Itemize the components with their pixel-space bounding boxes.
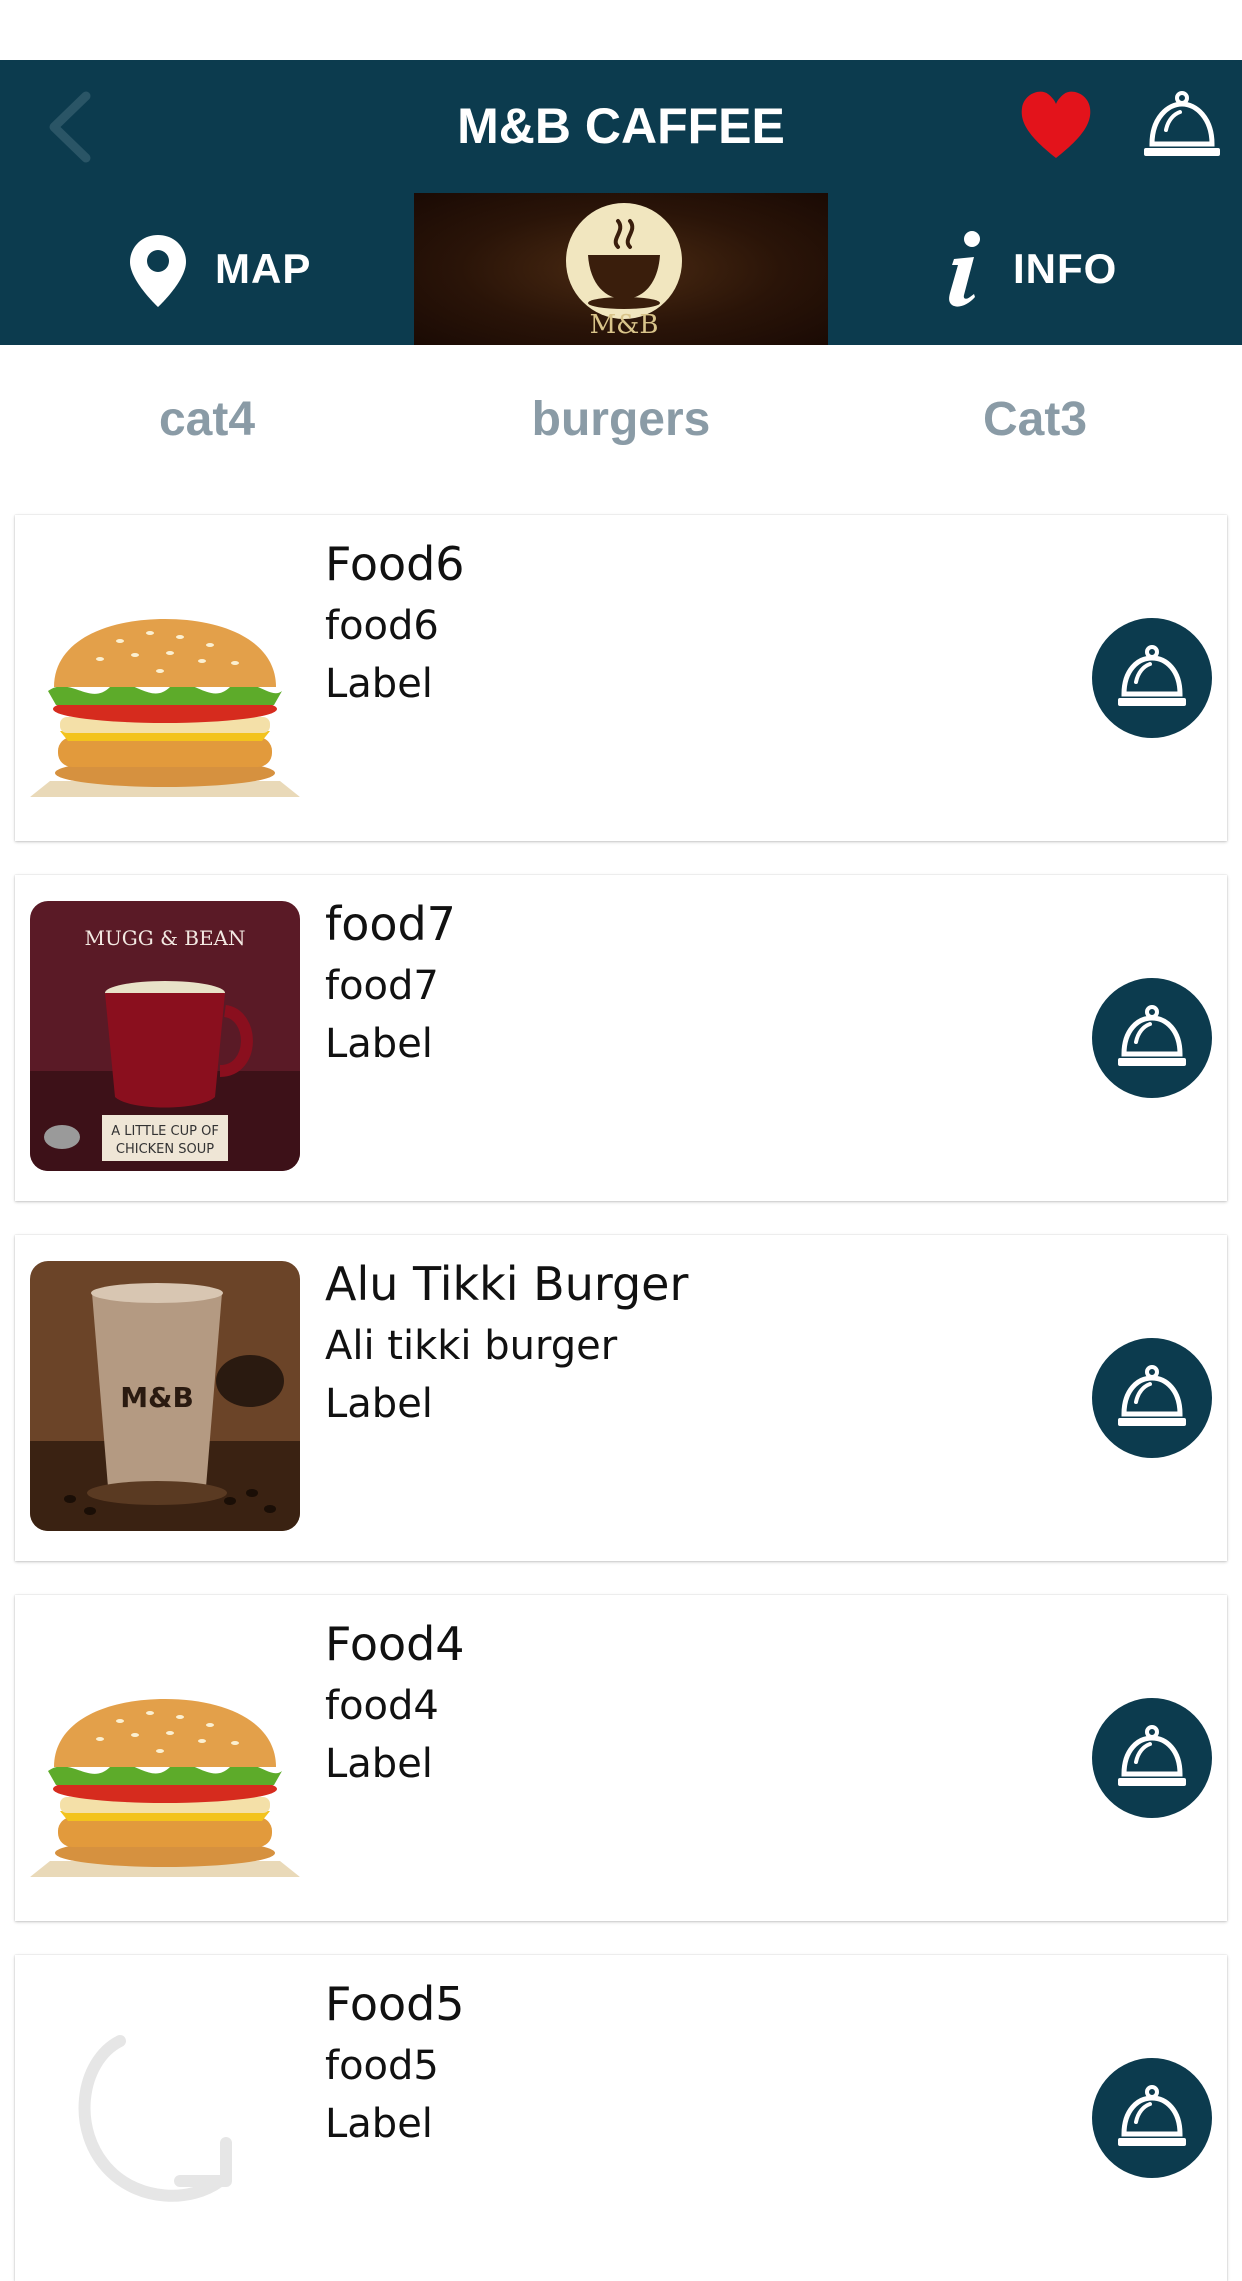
map-label: MAP <box>215 245 312 292</box>
item-title: Alu Tikki Burger <box>325 1257 689 1311</box>
burger-image <box>30 541 300 811</box>
item-subtitle: food5 <box>325 2043 439 2089</box>
map-button[interactable]: MAP <box>0 193 414 345</box>
item-title: Food6 <box>325 537 465 591</box>
service-bell-icon <box>1118 1365 1186 1426</box>
category-tabs: cat4 burgers Cat3 <box>0 345 1242 495</box>
navigation-bar: M&B CAFFEE <box>0 60 1242 193</box>
item-title: Food4 <box>325 1617 465 1671</box>
info-button[interactable]: INFO <box>828 193 1242 345</box>
svg-text:M&B: M&B <box>120 1381 194 1414</box>
shop-toolbar: MAP M&B INFO <box>0 193 1242 345</box>
iced-coffee-image: M&B <box>30 1261 300 1531</box>
add-to-order-button[interactable] <box>1092 1698 1212 1818</box>
list-item[interactable]: Food4 food4 Label <box>15 1595 1227 1921</box>
service-bell-icon <box>1118 2085 1186 2146</box>
item-label: Label <box>325 1021 433 1067</box>
svg-text:MUGG & BEAN: MUGG & BEAN <box>84 926 245 950</box>
service-bell-icon <box>1118 645 1186 706</box>
tab-cat4[interactable]: cat4 <box>0 345 414 495</box>
tab-burgers[interactable]: burgers <box>414 345 828 495</box>
order-button[interactable] <box>1140 84 1224 168</box>
list-item[interactable]: MUGG & BEAN A LITTLE CUP OF CHICKEN SOUP… <box>15 875 1227 1201</box>
soup-mug-image: MUGG & BEAN A LITTLE CUP OF CHICKEN SOUP <box>30 901 300 1171</box>
add-to-order-button[interactable] <box>1092 978 1212 1098</box>
heart-icon <box>1021 91 1091 158</box>
chevron-left-icon <box>49 91 91 163</box>
svg-text:A LITTLE CUP OF: A LITTLE CUP OF <box>111 1124 219 1139</box>
item-subtitle: food6 <box>325 603 439 649</box>
loading-spinner-icon <box>30 1981 300 2251</box>
service-bell-icon <box>1118 1005 1186 1066</box>
favorite-button[interactable] <box>1018 86 1094 166</box>
item-label: Label <box>325 1741 433 1787</box>
list-item[interactable]: Food6 food6 Label <box>15 515 1227 841</box>
logo-text: M&B <box>590 310 659 338</box>
info-label: INFO <box>1013 245 1118 292</box>
add-to-order-button[interactable] <box>1092 2058 1212 2178</box>
add-to-order-button[interactable] <box>1092 1338 1212 1458</box>
list-item[interactable]: Food5 food5 Label <box>15 1955 1227 2281</box>
item-label: Label <box>325 2101 433 2147</box>
item-subtitle: food7 <box>325 963 439 1009</box>
service-bell-icon <box>1144 91 1220 156</box>
item-title: Food5 <box>325 1977 465 2031</box>
list-item[interactable]: M&B Alu Tikki Burger Ali tikki burger La… <box>15 1235 1227 1561</box>
add-to-order-button[interactable] <box>1092 618 1212 738</box>
tab-cat3[interactable]: Cat3 <box>828 345 1242 495</box>
item-subtitle: Ali tikki burger <box>325 1323 618 1369</box>
item-label: Label <box>325 1381 433 1427</box>
svg-text:CHICKEN SOUP: CHICKEN SOUP <box>116 1142 214 1157</box>
item-label: Label <box>325 661 433 707</box>
info-icon <box>949 231 980 307</box>
shop-logo: M&B <box>414 193 828 345</box>
item-subtitle: food4 <box>325 1683 439 1729</box>
coffee-cup-logo-icon: M&B <box>566 203 682 338</box>
map-pin-icon <box>130 235 186 307</box>
burger-image <box>30 1621 300 1891</box>
status-bar <box>0 0 1242 60</box>
service-bell-icon <box>1118 1725 1186 1786</box>
item-title: food7 <box>325 897 456 951</box>
back-button[interactable] <box>40 82 100 172</box>
